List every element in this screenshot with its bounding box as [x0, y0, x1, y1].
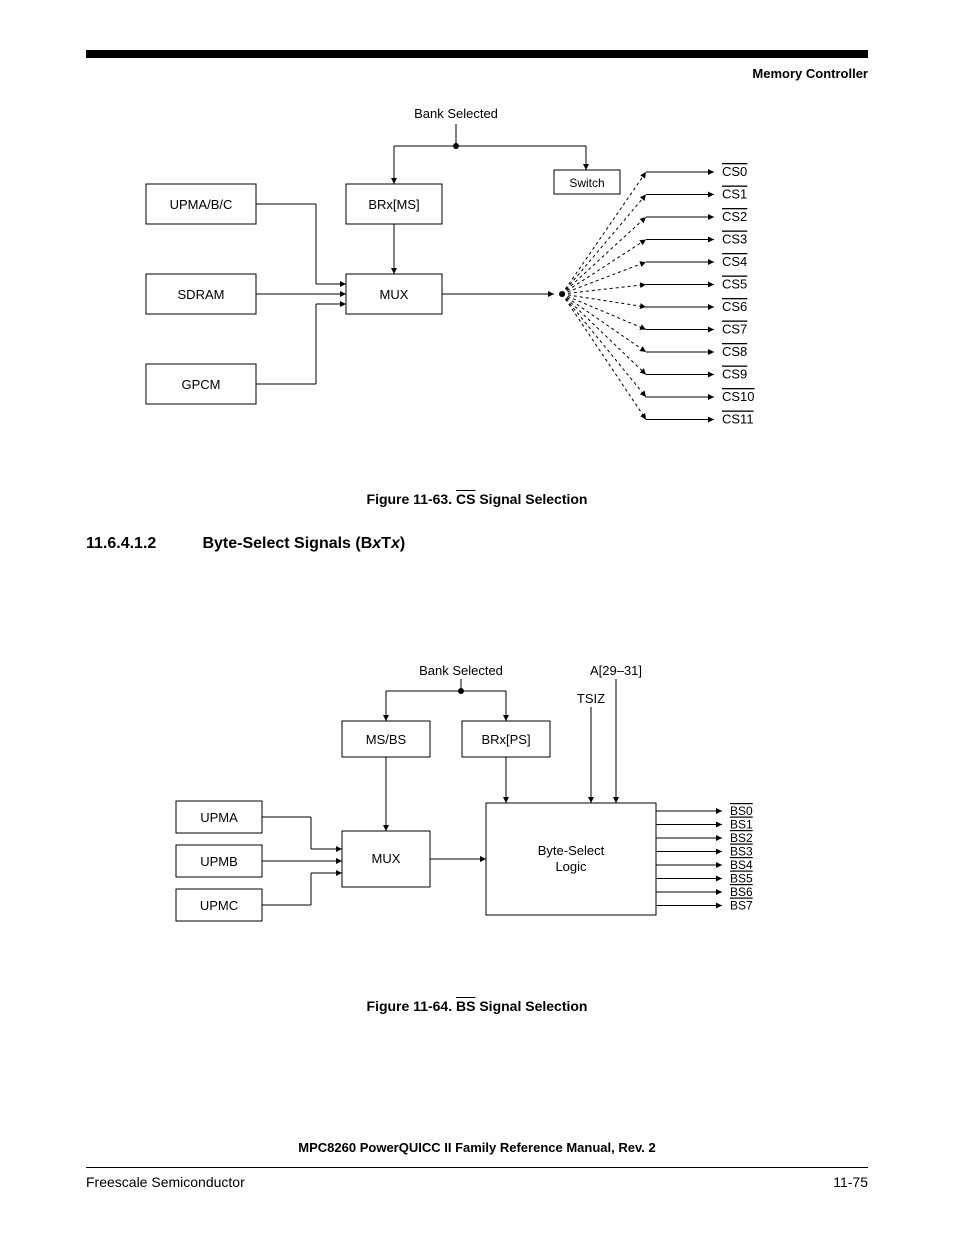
- svg-text:Logic: Logic: [555, 859, 587, 874]
- page: Memory Controller Bank Selected UPMA/B/C: [0, 0, 954, 1014]
- footer-left: Freescale Semiconductor: [86, 1174, 245, 1190]
- svg-text:MUX: MUX: [380, 287, 409, 302]
- cs-label: CS9: [722, 367, 747, 382]
- figure-64: Bank Selected A[29–31] TSIZ MS/BS BRx[PS…: [86, 663, 868, 1014]
- svg-text:BRx[PS]: BRx[PS]: [481, 732, 530, 747]
- bs-label: BS4: [730, 858, 753, 872]
- svg-text:Byte-Select: Byte-Select: [538, 843, 605, 858]
- cs-label: CS10: [722, 389, 755, 404]
- figure-64-caption: Figure 11-64. BS Signal Selection: [86, 998, 868, 1014]
- footer-title: MPC8260 PowerQUICC II Family Reference M…: [86, 1140, 868, 1155]
- cs-label: CS11: [722, 412, 754, 427]
- footer-right: 11-75: [833, 1174, 868, 1190]
- svg-text:A[29–31]: A[29–31]: [590, 663, 642, 678]
- svg-text:Bank Selected: Bank Selected: [419, 663, 503, 678]
- cs-label: CS7: [722, 322, 747, 337]
- cs-label: CS0: [722, 164, 747, 179]
- cs-label: CS6: [722, 299, 747, 314]
- svg-text:MUX: MUX: [372, 851, 401, 866]
- svg-text:Switch: Switch: [569, 176, 604, 190]
- bs-label: BS0: [730, 804, 753, 818]
- cs-label: CS1: [722, 187, 747, 202]
- svg-text:UPMC: UPMC: [200, 898, 238, 913]
- footer: MPC8260 PowerQUICC II Family Reference M…: [86, 1140, 868, 1190]
- svg-text:GPCM: GPCM: [182, 377, 221, 392]
- cs-label: CS4: [722, 254, 747, 269]
- svg-text:TSIZ: TSIZ: [577, 691, 605, 706]
- spacer: [86, 573, 868, 663]
- cs-label: CS3: [722, 232, 747, 247]
- bs-label: BS7: [730, 899, 753, 913]
- svg-text:UPMA: UPMA: [200, 810, 238, 825]
- figure-64-svg: Bank Selected A[29–31] TSIZ MS/BS BRx[PS…: [86, 663, 868, 983]
- top-bar: [86, 50, 868, 58]
- svg-text:UPMB: UPMB: [200, 854, 238, 869]
- cs-label: CS5: [722, 277, 747, 292]
- svg-text:SDRAM: SDRAM: [178, 287, 225, 302]
- bs-label: BS1: [730, 818, 753, 832]
- figure-63: Bank Selected UPMA/B/C SDRAM GPCM BRx[MS…: [86, 106, 868, 507]
- footer-rule: [86, 1167, 868, 1168]
- bs-label: BS3: [730, 845, 753, 859]
- svg-text:UPMA/B/C: UPMA/B/C: [170, 197, 233, 212]
- cs-label: CS2: [722, 209, 747, 224]
- svg-text:MS/BS: MS/BS: [366, 732, 407, 747]
- header-label: Memory Controller: [86, 66, 868, 81]
- figure-63-caption: Figure 11-63. CS Signal Selection: [86, 491, 868, 507]
- section-heading: 11.6.4.1.2 Byte-Select Signals (BxTx): [86, 535, 868, 553]
- bs-label: BS2: [730, 831, 753, 845]
- figure-63-svg: Bank Selected UPMA/B/C SDRAM GPCM BRx[MS…: [86, 106, 868, 476]
- svg-text:BRx[MS]: BRx[MS]: [368, 197, 419, 212]
- bs-label: BS6: [730, 885, 753, 899]
- cs-label: CS8: [722, 344, 747, 359]
- bs-label: BS5: [730, 872, 753, 886]
- bank-selected-label: Bank Selected: [414, 106, 498, 121]
